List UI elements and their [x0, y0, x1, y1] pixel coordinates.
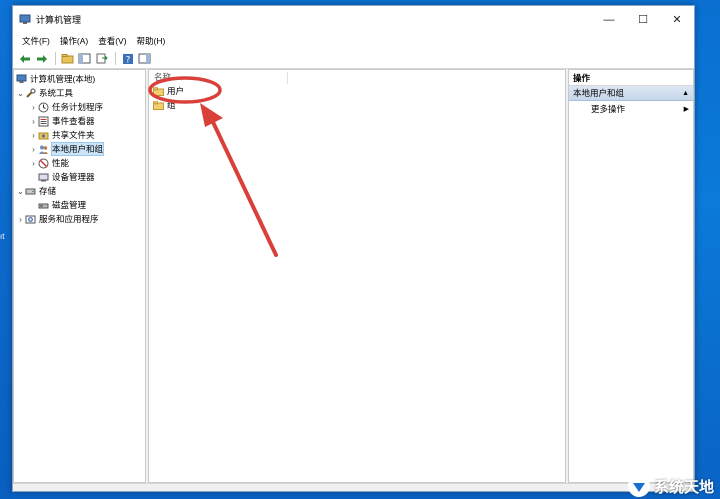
- event-viewer-icon: [38, 116, 49, 127]
- expand-chevron-icon[interactable]: ⌄: [16, 89, 25, 98]
- tree-item-label: 服务和应用程序: [39, 214, 99, 224]
- tree-item[interactable]: › 服务和应用程序: [14, 212, 145, 226]
- folder-icon: [153, 86, 164, 96]
- console-tree-icon: [78, 53, 91, 64]
- console-tree: 计算机管理(本地) ⌄ 系统工具 › 任务计划程序 › 事件查看器 › 共享文件夹 › 本地用户和…: [13, 69, 146, 483]
- collapse-chevron-icon[interactable]: ›: [29, 131, 38, 140]
- minimize-button[interactable]: —: [592, 6, 626, 33]
- show-hide-tree-button[interactable]: [77, 51, 92, 66]
- status-bar: [13, 483, 694, 491]
- tree-item-label: 本地用户和组: [50, 142, 105, 156]
- tree-item[interactable]: › 本地用户和组: [14, 142, 145, 156]
- export-list-button[interactable]: [94, 51, 109, 66]
- export-icon: [96, 53, 108, 64]
- device-manager-icon: [38, 172, 49, 183]
- watermark-text: 系统天地: [653, 478, 714, 496]
- expand-chevron-icon[interactable]: ⌄: [16, 187, 25, 196]
- tree-item-label: 存储: [39, 186, 57, 196]
- desktop-text-fragment: ıt: [0, 232, 5, 241]
- action-pane: 操作 本地用户和组 ▲ 更多操作 ▶: [568, 69, 694, 483]
- forward-button[interactable]: [34, 51, 49, 66]
- list-item-groups[interactable]: 组: [149, 98, 565, 112]
- shared-folder-icon: [38, 130, 49, 141]
- action-group-local-users[interactable]: 本地用户和组 ▲: [569, 86, 693, 101]
- computer-management-window: 计算机管理 — ☐ ✕ 文件(F) 操作(A) 查看(V) 帮助(H) ? 计算…: [12, 5, 695, 492]
- forward-arrow-icon: [36, 54, 47, 63]
- tree-item[interactable]: 磁盘管理: [14, 198, 145, 212]
- back-button[interactable]: [17, 51, 32, 66]
- tree-item-root[interactable]: 计算机管理(本地): [14, 72, 145, 86]
- collapse-chevron-icon[interactable]: ›: [29, 103, 38, 112]
- toolbar: ?: [13, 49, 694, 69]
- desktop-background: [0, 0, 12, 499]
- users-icon: [38, 144, 49, 155]
- action-group-label: 本地用户和组: [573, 88, 625, 98]
- window-title: 计算机管理: [36, 15, 82, 25]
- disk-icon: [38, 200, 49, 211]
- menu-file[interactable]: 文件(F): [17, 35, 55, 47]
- toolbar-separator: [115, 52, 116, 65]
- action-pane-header: 操作: [569, 70, 693, 86]
- list-item-label: 用户: [167, 86, 185, 96]
- performance-icon: [38, 158, 49, 169]
- tree-item-label: 系统工具: [39, 88, 74, 98]
- tree-item[interactable]: 设备管理器: [14, 170, 145, 184]
- tree-item[interactable]: ⌄ 系统工具: [14, 86, 145, 100]
- action-pane-icon: [138, 53, 151, 64]
- show-hide-action-pane-button[interactable]: [137, 51, 152, 66]
- list-column-header[interactable]: 名称: [149, 70, 565, 84]
- tree-item[interactable]: ⌄ 存储: [14, 184, 145, 198]
- submenu-arrow-icon: ▶: [683, 105, 689, 113]
- watermark-logo-icon: [627, 475, 650, 497]
- tree-item[interactable]: › 事件查看器: [14, 114, 145, 128]
- help-button[interactable]: ?: [120, 51, 135, 66]
- folder-icon: [153, 100, 164, 110]
- list-item-label: 组: [167, 100, 176, 110]
- tree-item-label: 计算机管理(本地): [30, 74, 96, 84]
- menu-bar: 文件(F) 操作(A) 查看(V) 帮助(H): [13, 33, 694, 49]
- maximize-button[interactable]: ☐: [626, 6, 660, 33]
- up-level-button[interactable]: [60, 51, 75, 66]
- list-item-users[interactable]: 用户: [149, 84, 565, 98]
- collapse-chevron-icon[interactable]: ›: [29, 159, 38, 168]
- toolbar-separator: [55, 52, 56, 65]
- action-item-label: 更多操作: [591, 103, 626, 114]
- menu-help[interactable]: 帮助(H): [132, 35, 171, 47]
- tree-item[interactable]: › 性能: [14, 156, 145, 170]
- services-icon: [25, 214, 36, 225]
- storage-icon: [25, 186, 36, 197]
- svg-text:?: ?: [125, 55, 130, 65]
- collapse-chevron-icon[interactable]: ›: [29, 117, 38, 126]
- watermark: 系统天地: [627, 475, 714, 497]
- tree-item-label: 共享文件夹: [52, 130, 95, 140]
- computer-management-icon: [19, 14, 31, 24]
- tree-item[interactable]: › 共享文件夹: [14, 128, 145, 142]
- tree-item-label: 设备管理器: [52, 172, 95, 182]
- collapse-chevron-icon[interactable]: ›: [29, 145, 38, 154]
- tree-item-label: 任务计划程序: [52, 102, 104, 112]
- close-button[interactable]: ✕: [660, 6, 694, 33]
- tree-item-label: 磁盘管理: [52, 200, 87, 210]
- clock-icon: [38, 102, 49, 113]
- tree-item[interactable]: › 任务计划程序: [14, 100, 145, 114]
- tree-item-label: 性能: [52, 158, 70, 168]
- tools-icon: [25, 87, 36, 99]
- folder-up-icon: [61, 54, 74, 64]
- back-arrow-icon: [19, 54, 30, 63]
- main-panes: 计算机管理(本地) ⌄ 系统工具 › 任务计划程序 › 事件查看器 › 共享文件夹 › 本地用户和…: [13, 69, 694, 483]
- content-list: 名称 用户 组: [148, 69, 566, 483]
- title-bar: 计算机管理 — ☐ ✕: [13, 6, 694, 33]
- menu-action[interactable]: 操作(A): [55, 35, 93, 47]
- menu-view[interactable]: 查看(V): [93, 35, 131, 47]
- help-icon: ?: [122, 53, 133, 65]
- column-name-label: 名称: [154, 72, 172, 82]
- column-divider: [287, 72, 288, 84]
- collapse-chevron-icon[interactable]: ›: [16, 215, 25, 224]
- tree-item-label: 事件查看器: [52, 116, 95, 126]
- collapse-up-icon[interactable]: ▲: [682, 90, 689, 97]
- action-more-actions[interactable]: 更多操作 ▶: [569, 101, 693, 116]
- computer-management-icon: [16, 74, 27, 85]
